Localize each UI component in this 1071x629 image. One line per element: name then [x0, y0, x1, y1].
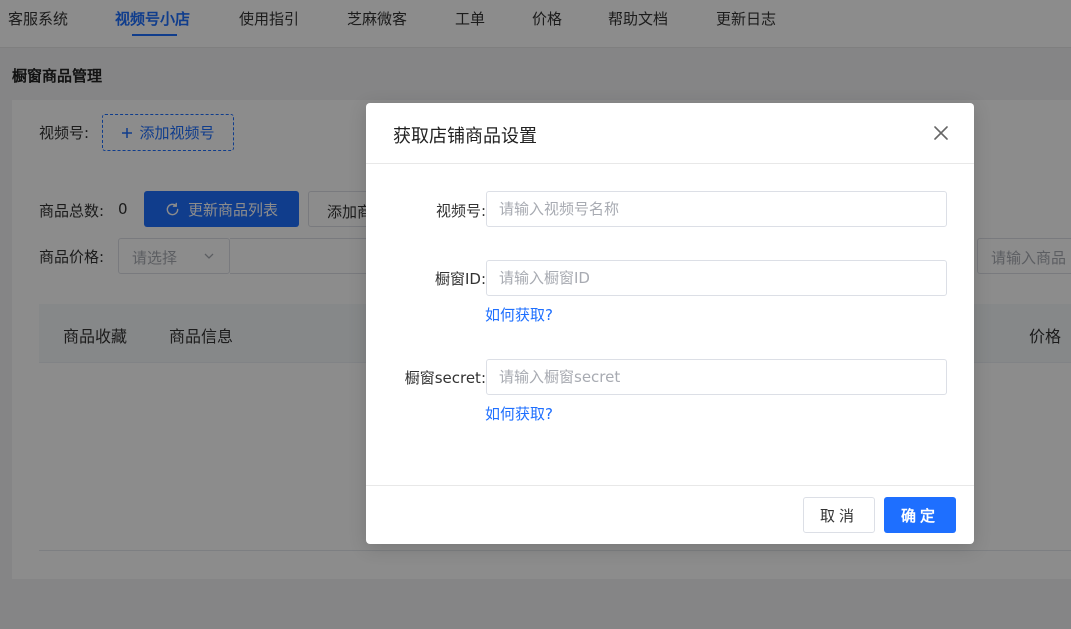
dialog-header-divider — [366, 163, 974, 164]
window-id-label: 橱窗ID: — [434, 270, 486, 288]
shop-settings-dialog: 获取店铺商品设置 视频号: 橱窗ID: 如何获取? 橱窗secret: 如何获取… — [366, 103, 974, 544]
window-secret-input[interactable] — [486, 359, 947, 395]
window-secret-label: 橱窗secret: — [404, 369, 486, 387]
window-id-help-link[interactable]: 如何获取? — [485, 304, 553, 325]
window-id-input[interactable] — [486, 260, 947, 296]
close-icon[interactable] — [932, 124, 950, 142]
cancel-button[interactable]: 取消 — [803, 497, 875, 533]
window-secret-help-link[interactable]: 如何获取? — [485, 403, 553, 424]
channel-name-label: 视频号: — [435, 202, 486, 220]
confirm-button[interactable]: 确定 — [884, 497, 956, 533]
dialog-title: 获取店铺商品设置 — [393, 126, 537, 147]
channel-name-input[interactable] — [486, 191, 947, 227]
dialog-footer-divider — [366, 485, 974, 486]
